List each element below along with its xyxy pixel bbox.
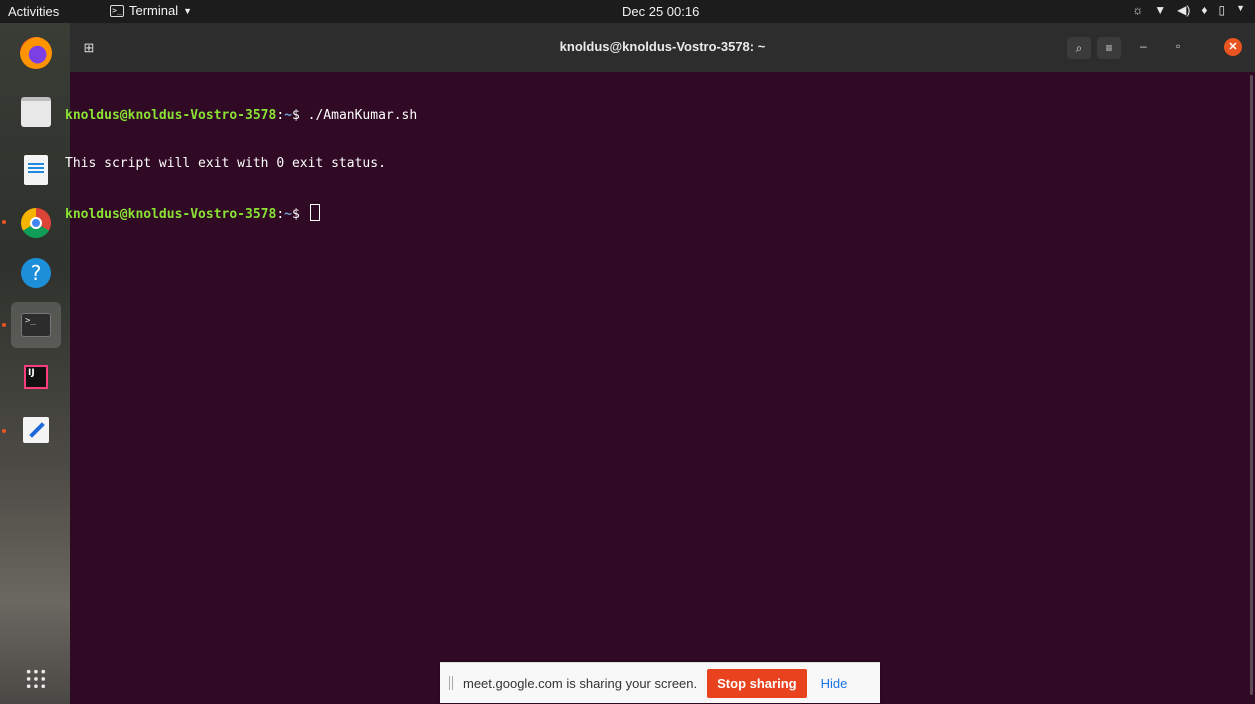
menu-button[interactable]: ≡ — [1097, 37, 1121, 59]
maximize-icon[interactable]: ▫ — [1176, 39, 1180, 53]
terminal-line-3: knoldus@knoldus-Vostro-3578:~$ — [65, 204, 417, 223]
dock-item-terminal[interactable]: >_ — [11, 302, 61, 348]
activities-button[interactable]: Activities — [8, 4, 59, 19]
search-button[interactable]: ⌕ — [1067, 37, 1091, 59]
scrollbar[interactable] — [1250, 75, 1253, 695]
clock[interactable]: Dec 25 00:16 — [622, 4, 699, 19]
battery-icon: ▯ — [1218, 3, 1226, 17]
intellij-icon: IJ — [24, 365, 48, 389]
dock-item-firefox[interactable] — [11, 30, 61, 76]
header-bar: ⊞ knoldus@knoldus-Vostro-3578: ~ ⌕ ≡ – ▫… — [70, 23, 1255, 72]
terminal-icon: >_ — [21, 313, 51, 337]
volume-icon: ◀) — [1177, 3, 1191, 17]
app-menu-label: Terminal — [129, 3, 179, 18]
show-applications-button[interactable] — [11, 656, 61, 702]
chrome-icon — [21, 208, 51, 238]
dock-item-chrome[interactable] — [11, 200, 61, 246]
app-menu[interactable]: >_ Terminal ▼ — [110, 3, 192, 18]
dock-item-help[interactable]: ? — [11, 250, 61, 296]
close-icon[interactable]: ✕ — [1224, 38, 1242, 56]
files-icon — [21, 97, 51, 127]
dock-item-intellij[interactable]: IJ — [11, 354, 61, 400]
brightness-icon: ☼ — [1132, 3, 1144, 17]
top-bar: Activities >_ Terminal ▼ Dec 25 00:16 ☼ … — [0, 0, 1255, 23]
terminal-line-2: This script will exit with 0 exit status… — [65, 156, 386, 171]
dock-item-writer[interactable] — [11, 147, 61, 193]
minimize-icon[interactable]: – — [1140, 39, 1147, 53]
dock: ? >_ IJ — [0, 23, 70, 704]
microphone-icon: ♦ — [1201, 3, 1208, 17]
terminal-app-icon: >_ — [110, 4, 124, 17]
stop-sharing-button[interactable]: Stop sharing — [707, 668, 807, 698]
sharing-message: meet.google.com is sharing your screen. — [463, 675, 698, 691]
chevron-down-icon: ▼ — [183, 5, 193, 16]
text-cursor — [309, 204, 320, 221]
drag-handle-icon[interactable] — [449, 676, 453, 690]
chevron-down-icon: ▼ — [1236, 3, 1245, 13]
help-icon: ? — [21, 258, 51, 288]
writer-icon — [24, 155, 48, 185]
text-editor-icon — [23, 417, 49, 443]
terminal-line-1: knoldus@knoldus-Vostro-3578:~$ ./AmanKum… — [65, 108, 418, 123]
terminal-window: ⊞ knoldus@knoldus-Vostro-3578: ~ ⌕ ≡ – ▫… — [65, 23, 1255, 704]
app-grid-icon — [25, 668, 47, 690]
system-tray[interactable]: ☼ ▼ ◀) ♦ ▯ ▼ — [1132, 3, 1245, 17]
running-indicator — [2, 323, 6, 327]
running-indicator — [2, 429, 6, 433]
wifi-icon: ▼ — [1154, 3, 1167, 17]
running-indicator — [2, 220, 6, 224]
hide-button[interactable]: Hide — [821, 676, 848, 691]
command-text: ./AmanKumar.sh — [307, 108, 418, 123]
screen-sharing-bar: meet.google.com is sharing your screen. … — [440, 662, 880, 703]
firefox-icon — [20, 37, 52, 69]
dock-item-files[interactable] — [11, 89, 61, 135]
dock-item-text-editor[interactable] — [11, 407, 61, 453]
terminal-output[interactable]: knoldus@knoldus-Vostro-3578:~$ ./AmanKum… — [65, 72, 1255, 704]
